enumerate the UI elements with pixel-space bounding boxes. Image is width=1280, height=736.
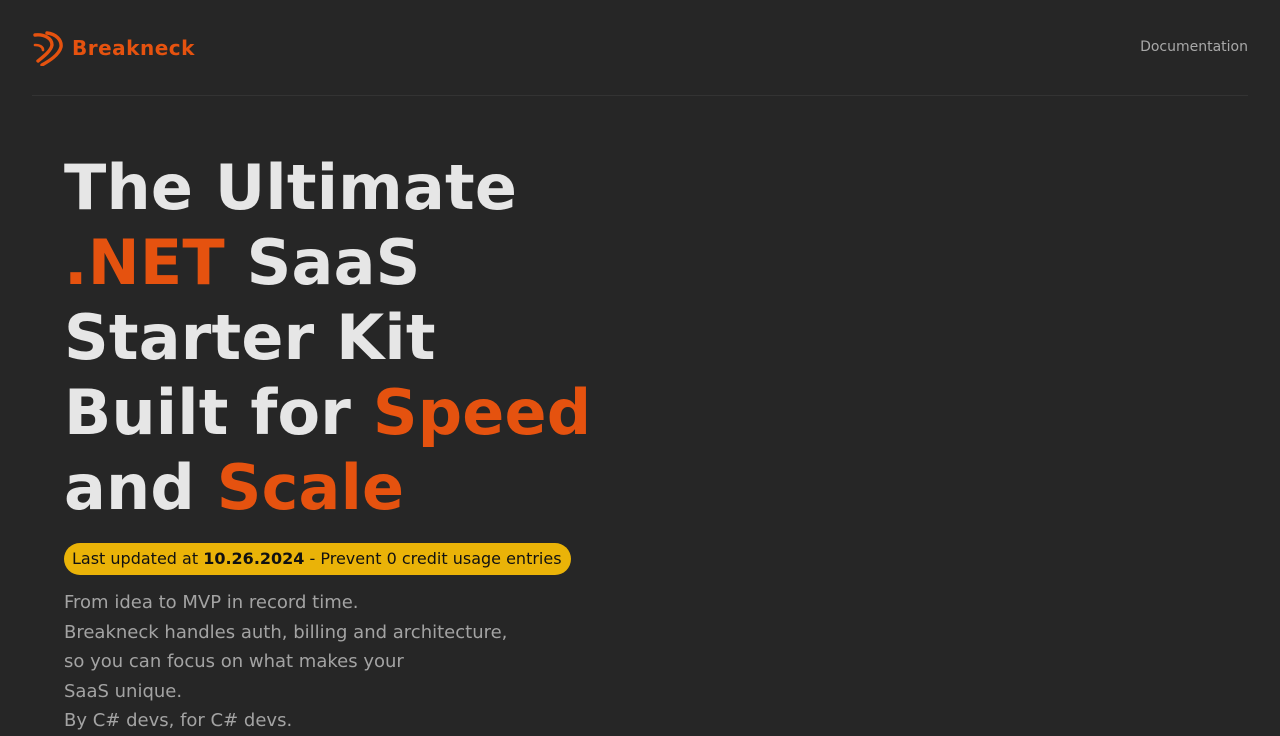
hero-description: From idea to MVP in record time. Breakne… (64, 588, 507, 736)
hero-title-line: .NET SaaS (64, 225, 591, 300)
description-line: By C# devs, for C# devs. (64, 710, 293, 731)
hero-title-accent: Scale (216, 451, 405, 524)
hero-title-line: Starter Kit (64, 301, 436, 374)
description-line: Breakneck handles auth, billing and arch… (64, 621, 508, 643)
description-line: so you can focus on what makes your (64, 651, 404, 672)
hero-title-text: Built for (64, 376, 373, 449)
hero-title-line: The Ultimate (64, 151, 518, 224)
documentation-link[interactable]: Documentation (1140, 39, 1248, 55)
brand-home-link[interactable]: Breakneck (32, 30, 195, 66)
badge-date: 10.26.2024 (203, 549, 305, 568)
hero-title-line: and Scale (64, 450, 591, 525)
hero-title-accent: .NET (64, 226, 225, 299)
badge-suffix: - Prevent 0 credit usage entries (304, 549, 562, 568)
badge-prefix: Last updated at (72, 549, 204, 568)
description-line: SaaS unique. (64, 680, 183, 702)
hero-title-text: SaaS (224, 226, 421, 299)
hero-title-text: and (64, 451, 217, 524)
brand-name: Breakneck (72, 36, 195, 60)
last-updated-badge: Last updated at 10.26.2024 - Prevent 0 c… (64, 543, 571, 575)
hero-title-line: Built for Speed (64, 375, 591, 450)
site-header: Breakneck Documentation (32, 0, 1248, 96)
hero-title: The Ultimate .NET SaaS Starter Kit Built… (64, 150, 591, 525)
hero-title-accent: Speed (372, 376, 592, 449)
description-line: From idea to MVP in record time. (64, 592, 359, 613)
breakneck-logo-icon (33, 31, 63, 66)
